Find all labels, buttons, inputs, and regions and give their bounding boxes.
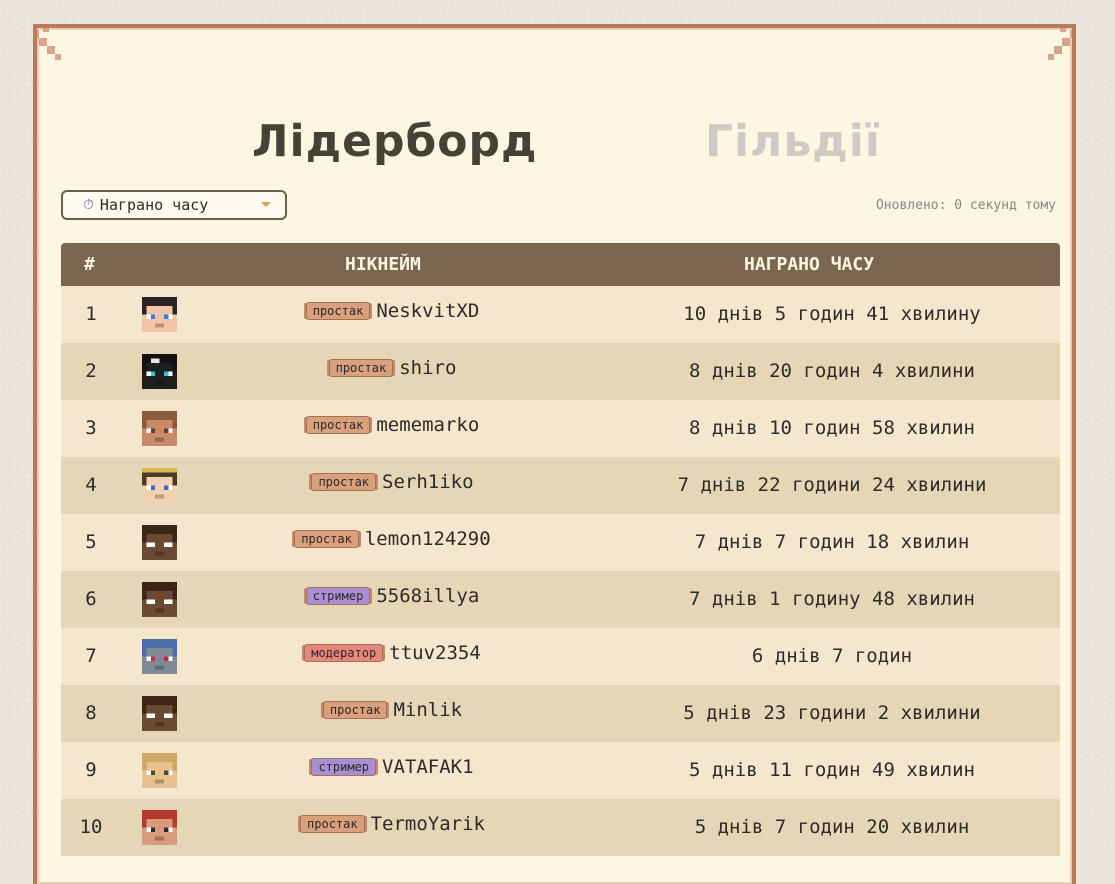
corner-ornament-right [1048,28,1072,60]
column-header-nickname: НІКНЕЙМ [345,254,421,275]
nickname-cell: стример VATAFAK1 [181,756,604,778]
rank-cell: 6 [85,588,97,610]
playtime-cell: 5 днів 7 годин 20 хвилин [694,816,970,838]
player-nickname[interactable]: 5568illya [376,585,479,607]
nickname-cell: модератор ttuv2354 [181,642,604,664]
playtime-cell: 7 днів 22 години 24 хвилини [677,474,987,496]
player-avatar [142,525,177,560]
table-row[interactable]: 8 простак Minlik 5 днів 23 години 2 хвилини [61,685,1060,742]
nickname-cell: простак shiro [181,357,604,379]
rank-cell: 8 [85,702,97,724]
role-badge: простак [322,701,388,719]
playtime-cell: 7 днів 7 годин 18 хвилин [694,531,970,553]
rank-cell: 9 [85,759,97,781]
role-badge: простак [311,473,377,491]
stat-filter-dropdown[interactable]: ⏱ Награно часу [61,190,287,220]
player-avatar [142,582,177,617]
table-row[interactable]: 10 простак TermoYarik 5 днів 7 годин 20 хви… [61,799,1060,856]
table-row[interactable]: 3 простак mememarko 8 днів 10 годин 58 хвил… [61,400,1060,457]
stat-filter-selected: Награно часу [99,196,209,214]
player-nickname[interactable]: ttuv2354 [389,642,481,664]
nickname-cell: простак Serh1iko [181,471,604,493]
nickname-cell: простак TermoYarik [181,813,604,835]
table-row[interactable]: 5 простак lemon124290 7 днів 7 годин 18 хви… [61,514,1060,571]
playtime-cell: 7 днів 1 годину 48 хвилин [689,588,975,610]
leaderboard-table: # НІКНЕЙМ НАГРАНО ЧАСУ 1 простак NeskvitXD… [61,243,1060,856]
rank-cell: 3 [85,417,97,439]
player-avatar [142,468,177,503]
player-avatar [142,639,177,674]
playtime-cell: 5 днів 11 годин 49 хвилин [689,759,975,781]
table-row[interactable]: 1 простак NeskvitXD 10 днів 5 годин 41 хвил… [61,286,1060,343]
playtime-cell: 10 днів 5 годин 41 хвилину [683,303,981,325]
chevron-down-icon [261,202,271,207]
role-badge: простак [294,530,359,548]
role-badge: простак [305,416,371,434]
table-row[interactable]: 6 стример 5568illya 7 днів 1 годину 48 хвил… [61,571,1060,628]
column-header-rank: # [84,254,95,275]
role-badge: простак [305,302,371,320]
role-badge: стример [311,758,377,776]
tab-leaderboard[interactable]: Лідерборд [252,116,537,167]
playtime-cell: 5 днів 23 години 2 хвилини [683,702,981,724]
nickname-cell: простак lemon124290 [181,528,604,550]
player-avatar [142,297,177,332]
table-header: # НІКНЕЙМ НАГРАНО ЧАСУ [61,243,1060,286]
player-avatar [142,753,177,788]
table-body: 1 простак NeskvitXD 10 днів 5 годин 41 хвил… [61,286,1060,856]
table-row[interactable]: 7 модератор ttuv2354 6 днів 7 годин [61,628,1060,685]
role-badge: простак [300,815,365,833]
player-avatar [142,411,177,446]
rank-cell: 4 [85,474,97,496]
player-avatar [142,810,177,845]
tab-bar: Лідерборд Гільдії [37,116,1072,176]
player-nickname[interactable]: Minlik [393,699,462,721]
player-avatar [142,354,177,389]
table-row[interactable]: 4 простак Serh1iko 7 днів 22 години 24 хвил… [61,457,1060,514]
table-row[interactable]: 2 простак shiro 8 днів 20 годин 4 хвилини [61,343,1060,400]
role-badge: простак [328,359,394,377]
rank-cell: 2 [85,360,97,382]
player-nickname[interactable]: VATAFAK1 [382,756,474,778]
leaderboard-panel: Лідерборд Гільдії ⏱ Награно часу Оновлен… [33,24,1076,884]
player-nickname[interactable]: mememarko [376,414,479,436]
rank-cell: 10 [79,816,103,838]
player-avatar [142,696,177,731]
rank-cell: 5 [85,531,97,553]
playtime-cell: 8 днів 10 годин 58 хвилин [689,417,975,439]
nickname-cell: простак Minlik [181,699,604,721]
playtime-cell: 8 днів 20 годин 4 хвилини [689,360,975,382]
role-badge: модератор [304,644,384,662]
playtime-cell: 6 днів 7 годин [751,645,913,667]
player-nickname[interactable]: TermoYarik [371,813,485,835]
rank-cell: 1 [85,303,97,325]
nickname-cell: простак NeskvitXD [181,300,604,322]
stopwatch-icon: ⏱ [83,197,94,213]
column-header-time: НАГРАНО ЧАСУ [744,254,875,275]
rank-cell: 7 [85,645,97,667]
table-row[interactable]: 9 стример VATAFAK1 5 днів 11 годин 49 хвили… [61,742,1060,799]
player-nickname[interactable]: lemon124290 [365,528,491,550]
tab-guilds[interactable]: Гільдії [705,116,881,167]
nickname-cell: простак mememarko [181,414,604,436]
role-badge: стример [305,587,371,605]
corner-ornament-left [37,28,61,60]
player-nickname[interactable]: shiro [399,357,456,379]
player-nickname[interactable]: NeskvitXD [376,300,479,322]
nickname-cell: стример 5568illya [181,585,604,607]
updated-status: Оновлено: 0 секунд тому [875,198,1056,213]
player-nickname[interactable]: Serh1iko [382,471,474,493]
